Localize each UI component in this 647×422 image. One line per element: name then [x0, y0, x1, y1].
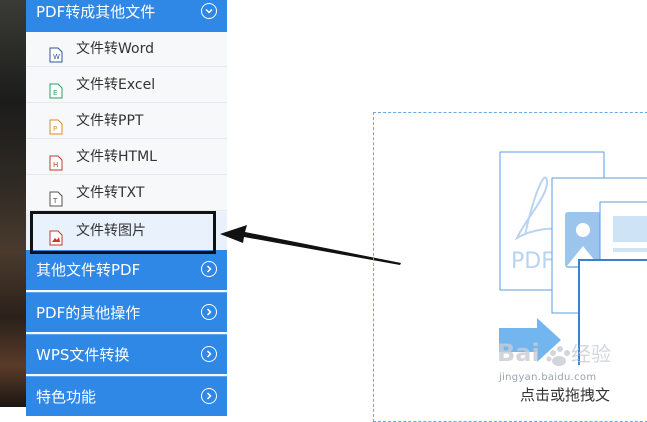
- category-label: 其他文件转PDF: [36, 261, 141, 279]
- baidu-jingyan-watermark: Bai 经验: [497, 339, 611, 367]
- upload-hint-text: 点击或拖拽文: [520, 386, 611, 404]
- chevron-right-icon[interactable]: [201, 304, 217, 320]
- background-photo-strip: [0, 0, 26, 407]
- category-other-to-pdf[interactable]: 其他文件转PDF: [26, 250, 227, 290]
- sidebar-item-label: 文件转Word: [76, 41, 154, 57]
- annotation-highlight-box: [30, 211, 216, 254]
- category-wps-conversion[interactable]: WPS文件转换: [26, 334, 227, 374]
- svg-text:E: E: [53, 89, 57, 97]
- sidebar-item-label: 文件转TXT: [76, 185, 145, 201]
- svg-text:W: W: [53, 53, 60, 61]
- category-label: 特色功能: [36, 388, 97, 406]
- svg-text:P: P: [53, 125, 57, 133]
- watermark-site-text: jingyan.baidu.com: [499, 372, 597, 383]
- sidebar: PDF转成其他文件 W 文件转Word E 文件转Excel P 文件转PPT …: [26, 0, 227, 416]
- sidebar-item-label: 文件转HTML: [76, 149, 157, 165]
- svg-text:T: T: [52, 197, 58, 205]
- sidebar-item-to-word[interactable]: W 文件转Word: [26, 32, 227, 67]
- category-pdf-other-operations[interactable]: PDF的其他操作: [26, 292, 227, 332]
- sidebar-item-to-html[interactable]: H 文件转HTML: [26, 140, 227, 175]
- chevron-right-icon[interactable]: [201, 346, 217, 362]
- sidebar-item-to-txt[interactable]: T 文件转TXT: [26, 176, 227, 211]
- sidebar-item-label: 文件转Excel: [76, 77, 156, 93]
- category-special-features[interactable]: 特色功能: [26, 376, 227, 416]
- sidebar-item-to-ppt[interactable]: P 文件转PPT: [26, 104, 227, 139]
- svg-text:Bai: Bai: [497, 339, 540, 367]
- sidebar-item-to-excel[interactable]: E 文件转Excel: [26, 68, 227, 103]
- sidebar-item-label: 文件转PPT: [76, 113, 144, 129]
- chevron-right-icon[interactable]: [201, 388, 217, 404]
- category-label: PDF转成其他文件: [36, 3, 156, 21]
- category-header-pdf-to-other[interactable]: PDF转成其他文件: [26, 0, 227, 32]
- chevron-down-icon[interactable]: [201, 3, 217, 19]
- category-label: WPS文件转换: [36, 346, 130, 364]
- svg-text:H: H: [53, 161, 58, 169]
- illustration-pdf-label: PDF: [511, 249, 554, 274]
- category-label: PDF的其他操作: [36, 304, 141, 322]
- svg-text:经验: 经验: [571, 342, 611, 366]
